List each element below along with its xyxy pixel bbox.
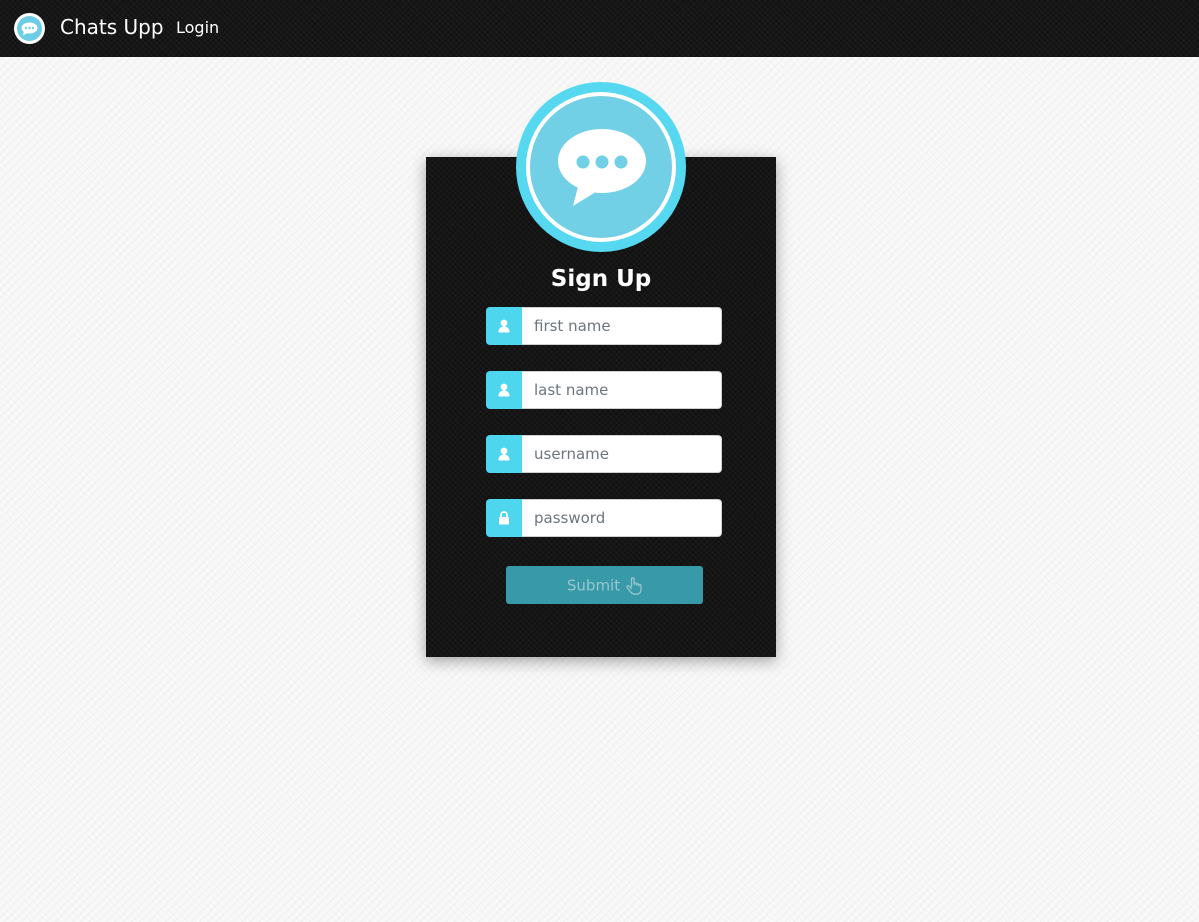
nav-login-link[interactable]: Login <box>176 18 219 38</box>
user-icon <box>486 371 522 409</box>
last-name-field-group <box>486 371 722 409</box>
submit-button[interactable]: Submit <box>506 566 703 604</box>
signup-title: Sign Up <box>550 266 652 292</box>
user-icon <box>486 307 522 345</box>
username-input[interactable] <box>522 435 722 473</box>
username-field-group <box>486 435 722 473</box>
chat-bubble-icon <box>516 82 686 252</box>
lock-icon <box>486 499 522 537</box>
last-name-input[interactable] <box>522 371 722 409</box>
hand-pointer-icon <box>626 576 642 595</box>
first-name-input[interactable] <box>522 307 722 345</box>
user-icon <box>486 435 522 473</box>
navbar: Chats Upp Login <box>0 0 1199 57</box>
first-name-field-group <box>486 307 722 345</box>
brand-name[interactable]: Chats Upp <box>60 14 164 40</box>
password-input[interactable] <box>522 499 722 537</box>
brand-logo-chat-icon[interactable] <box>14 13 45 44</box>
submit-button-label: Submit <box>566 576 621 595</box>
password-field-group <box>486 499 722 537</box>
